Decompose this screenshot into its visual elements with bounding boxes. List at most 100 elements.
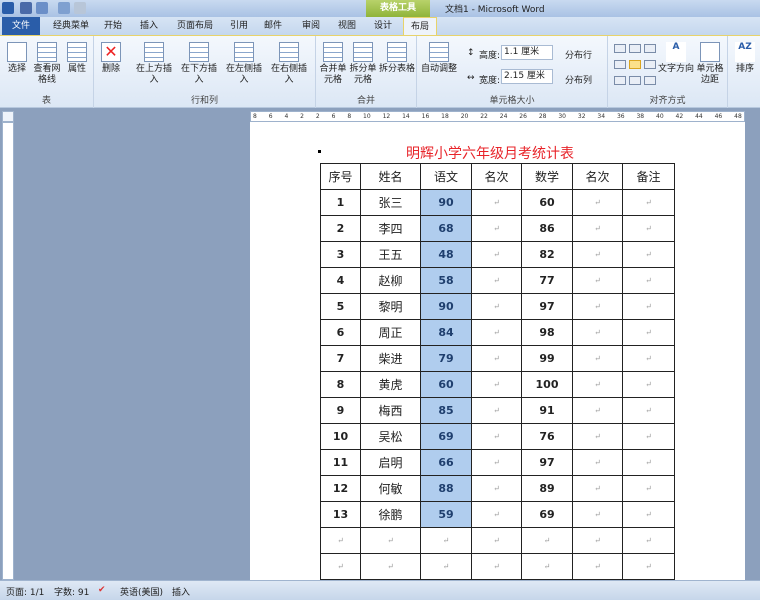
math-score-cell[interactable]: 97	[521, 449, 573, 476]
height-input[interactable]: 1.1 厘米	[501, 45, 553, 60]
math-score-cell[interactable]: 69	[521, 501, 573, 528]
name-cell[interactable]: 吴松	[360, 423, 421, 450]
seq-cell[interactable]: 12	[320, 475, 361, 502]
tab-layout[interactable]: 布局	[403, 17, 437, 35]
empty-cell[interactable]: ↵	[471, 319, 522, 346]
tab-design[interactable]: 设计	[368, 17, 398, 35]
align-middle-left-icon[interactable]	[614, 60, 626, 69]
empty-cell[interactable]: ↵	[572, 241, 623, 268]
split-table-button[interactable]: 拆分表格	[378, 42, 416, 75]
math-score-cell[interactable]: 98	[521, 319, 573, 346]
align-middle-right-icon[interactable]	[644, 60, 656, 69]
document-title[interactable]: 明辉小学六年级月考统计表	[406, 143, 574, 163]
empty-cell[interactable]: ↵	[622, 423, 675, 450]
chinese-score-cell[interactable]: 79	[420, 345, 472, 372]
view-gridlines-button[interactable]: 查看网格线	[32, 42, 62, 86]
tab-selector[interactable]	[2, 111, 14, 122]
seq-cell[interactable]: 7	[320, 345, 361, 372]
chinese-score-cell[interactable]: 90	[420, 293, 472, 320]
empty-cell[interactable]: ↵	[622, 293, 675, 320]
empty-cell[interactable]: ↵	[622, 397, 675, 424]
empty-cell[interactable]: ↵	[622, 345, 675, 372]
empty-cell[interactable]: ↵	[471, 397, 522, 424]
name-cell[interactable]: 王五	[360, 241, 421, 268]
chinese-score-cell[interactable]: 85	[420, 397, 472, 424]
header-cell[interactable]: 数学	[521, 163, 573, 190]
empty-cell[interactable]: ↵	[471, 345, 522, 372]
chinese-score-cell[interactable]: 88	[420, 475, 472, 502]
empty-cell[interactable]: ↵	[572, 267, 623, 294]
tab-insert[interactable]: 插入	[134, 17, 164, 35]
align-middle-center-icon[interactable]	[629, 60, 641, 69]
width-input[interactable]: 2.15 厘米	[501, 69, 553, 84]
empty-cell[interactable]: ↵	[471, 293, 522, 320]
tab-mailings[interactable]: 邮件	[258, 17, 288, 35]
empty-cell[interactable]: ↵	[622, 527, 675, 554]
empty-cell[interactable]: ↵	[320, 527, 361, 554]
empty-cell[interactable]: ↵	[572, 423, 623, 450]
empty-cell[interactable]: ↵	[471, 241, 522, 268]
empty-cell[interactable]: ↵	[622, 553, 675, 580]
empty-cell[interactable]: ↵	[572, 527, 623, 554]
empty-cell[interactable]: ↵	[572, 449, 623, 476]
name-cell[interactable]: 李四	[360, 215, 421, 242]
word-count[interactable]: 字数: 91	[54, 585, 89, 598]
empty-cell[interactable]: ↵	[471, 267, 522, 294]
score-table[interactable]: 序号 姓名 语文 名次 数学 名次 备注 1 张三 90 ↵ 60 ↵ ↵ 2 李四 68 ↵…	[320, 163, 675, 580]
empty-cell[interactable]: ↵	[572, 319, 623, 346]
math-score-cell[interactable]: 89	[521, 475, 573, 502]
empty-cell[interactable]: ↵	[622, 475, 675, 502]
tab-file[interactable]: 文件	[2, 17, 40, 35]
empty-cell[interactable]: ↵	[471, 527, 522, 554]
save-icon[interactable]	[20, 2, 32, 14]
align-top-center-icon[interactable]	[629, 44, 641, 53]
insert-mode[interactable]: 插入	[172, 585, 190, 598]
empty-cell[interactable]: ↵	[572, 397, 623, 424]
empty-cell[interactable]: ↵	[521, 553, 573, 580]
math-score-cell[interactable]: 77	[521, 267, 573, 294]
properties-button[interactable]: 属性	[64, 42, 90, 75]
name-cell[interactable]: 何敏	[360, 475, 421, 502]
proofing-icon[interactable]: ✔	[98, 585, 106, 595]
math-score-cell[interactable]: 97	[521, 293, 573, 320]
empty-cell[interactable]: ↵	[471, 189, 522, 216]
redo-icon[interactable]	[58, 2, 70, 14]
seq-cell[interactable]: 5	[320, 293, 361, 320]
undo-icon[interactable]	[36, 2, 48, 14]
header-cell[interactable]: 名次	[471, 163, 522, 190]
insert-below-button[interactable]: 在下方插入	[177, 42, 221, 86]
name-cell[interactable]: 赵柳	[360, 267, 421, 294]
name-cell[interactable]: 梅西	[360, 397, 421, 424]
chinese-score-cell[interactable]: 60	[420, 371, 472, 398]
math-score-cell[interactable]: 99	[521, 345, 573, 372]
chinese-score-cell[interactable]: 84	[420, 319, 472, 346]
name-cell[interactable]: 周正	[360, 319, 421, 346]
empty-cell[interactable]: ↵	[622, 449, 675, 476]
empty-cell[interactable]: ↵	[360, 527, 421, 554]
name-cell[interactable]: 徐鹏	[360, 501, 421, 528]
align-bottom-left-icon[interactable]	[614, 76, 626, 85]
seq-cell[interactable]: 10	[320, 423, 361, 450]
seq-cell[interactable]: 3	[320, 241, 361, 268]
cell-margins-button[interactable]: 单元格边距	[694, 42, 726, 86]
tab-home[interactable]: 开始	[98, 17, 128, 35]
empty-cell[interactable]: ↵	[572, 553, 623, 580]
math-score-cell[interactable]: 60	[521, 189, 573, 216]
tab-page-layout[interactable]: 页面布局	[172, 17, 218, 35]
empty-cell[interactable]: ↵	[622, 501, 675, 528]
tab-review[interactable]: 审阅	[296, 17, 326, 35]
seq-cell[interactable]: 6	[320, 319, 361, 346]
name-cell[interactable]: 柴进	[360, 345, 421, 372]
empty-cell[interactable]: ↵	[420, 553, 472, 580]
seq-cell[interactable]: 13	[320, 501, 361, 528]
header-cell[interactable]: 序号	[320, 163, 361, 190]
math-score-cell[interactable]: 76	[521, 423, 573, 450]
empty-cell[interactable]: ↵	[471, 215, 522, 242]
seq-cell[interactable]: 4	[320, 267, 361, 294]
print-preview-icon[interactable]	[74, 2, 86, 14]
delete-button[interactable]: ✕ 删除	[98, 42, 124, 75]
name-cell[interactable]: 黄虎	[360, 371, 421, 398]
seq-cell[interactable]: 2	[320, 215, 361, 242]
empty-cell[interactable]: ↵	[572, 293, 623, 320]
text-direction-button[interactable]: A 文字方向	[658, 42, 694, 75]
